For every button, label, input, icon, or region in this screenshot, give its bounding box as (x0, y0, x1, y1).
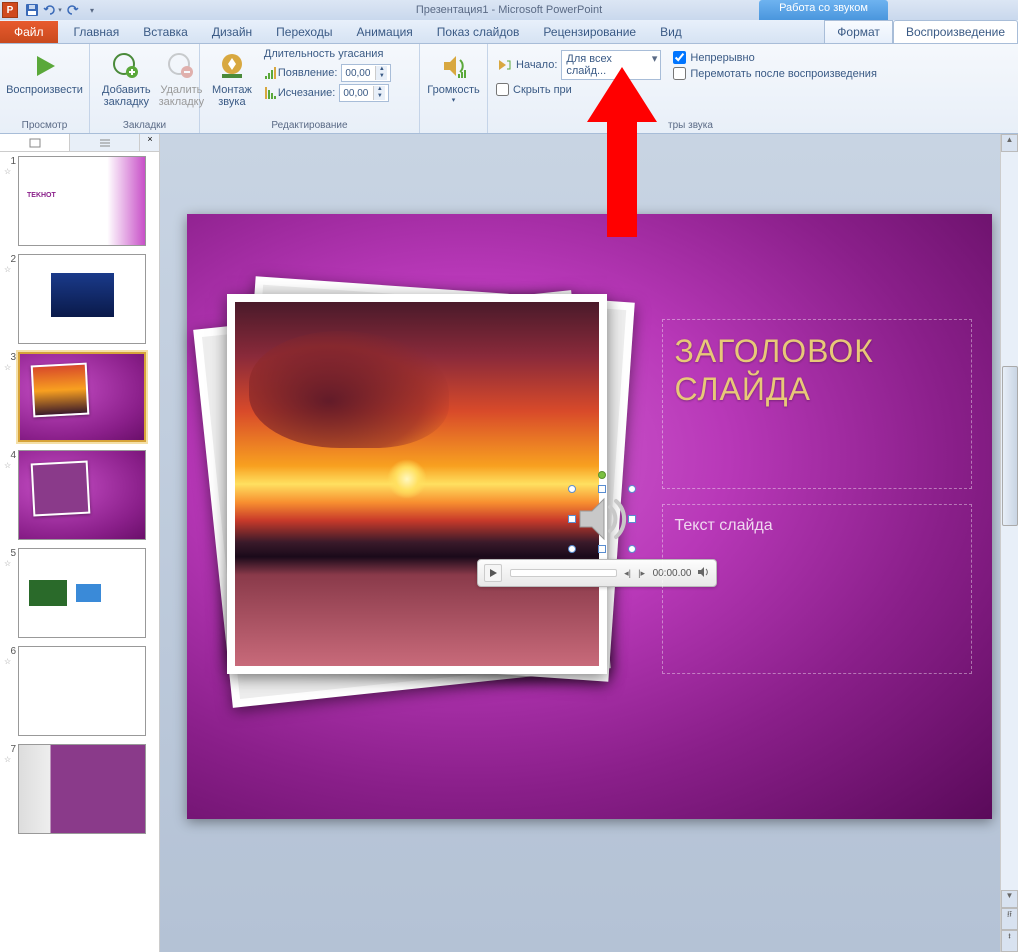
tab-home[interactable]: Главная (62, 21, 132, 43)
volume-button[interactable]: Громкость ▾ (428, 48, 479, 106)
sunset-image (235, 302, 599, 666)
subtitle-placeholder[interactable]: Текст слайда (662, 504, 972, 674)
slide-canvas[interactable]: ◂| |▸ 00:00.00 ЗАГОЛОВОК СЛАЙДА Текст сл… (187, 214, 992, 819)
fade-in-spinner[interactable]: 00,00▲▼ (341, 64, 391, 82)
canvas-area[interactable]: ◂| |▸ 00:00.00 ЗАГОЛОВОК СЛАЙДА Текст сл… (160, 134, 1018, 952)
trim-audio-button[interactable]: Монтаж звука (208, 48, 256, 110)
add-bookmark-button[interactable]: Добавить закладку (98, 48, 155, 110)
redo-icon[interactable] (62, 1, 82, 19)
panel-close-button[interactable]: × (141, 134, 159, 151)
tab-playback[interactable]: Воспроизведение (893, 20, 1018, 43)
title-placeholder[interactable]: ЗАГОЛОВОК СЛАЙДА (662, 319, 972, 489)
thumb-7[interactable] (18, 744, 146, 834)
thumb-6[interactable] (18, 646, 146, 736)
thumb-4[interactable] (18, 450, 146, 540)
file-tab[interactable]: Файл (0, 21, 58, 43)
resize-handle[interactable] (628, 485, 636, 493)
fade-out-spinner[interactable]: 00,00▲▼ (339, 84, 389, 102)
outline-tab[interactable] (70, 134, 140, 151)
scroll-up-button[interactable]: ▲ (1001, 134, 1018, 152)
scroll-down-button[interactable]: ▼ (1001, 890, 1018, 908)
group-preview-label: Просмотр (0, 120, 89, 131)
scroll-thumb[interactable] (1002, 366, 1018, 526)
audio-play-button[interactable] (484, 564, 502, 582)
window-title: Презентация1 - Microsoft PowerPoint (416, 4, 602, 16)
start-label: Начало: (516, 59, 557, 71)
tab-view[interactable]: Вид (648, 21, 694, 43)
resize-handle[interactable] (628, 545, 636, 553)
resize-handle[interactable] (598, 545, 606, 553)
tab-design[interactable]: Дизайн (200, 21, 264, 43)
tab-transitions[interactable]: Переходы (264, 21, 344, 43)
qat-customize-icon[interactable]: ▾ (82, 1, 102, 19)
tab-animations[interactable]: Анимация (344, 21, 424, 43)
photo-stack[interactable] (227, 294, 627, 704)
main-area: × 1☆ TEKHOT 2☆ 3☆ 4☆ 5☆ 6☆ 7☆ (0, 134, 1018, 952)
rewind-checkbox[interactable]: Перемотать после воспроизведения (673, 67, 877, 80)
fade-title-label: Длительность угасания (264, 48, 392, 60)
loop-checkbox[interactable]: Непрерывно (673, 51, 877, 64)
sound-object[interactable] (572, 489, 632, 549)
tab-review[interactable]: Рецензирование (531, 21, 648, 43)
resize-handle[interactable] (568, 545, 576, 553)
tab-format[interactable]: Формат (824, 20, 893, 43)
fade-in-icon (264, 66, 278, 80)
rotate-handle[interactable] (598, 471, 606, 479)
group-editing-label: Редактирование (200, 120, 419, 131)
thumb-1[interactable]: TEKHOT (18, 156, 146, 246)
audio-progress[interactable] (510, 569, 617, 577)
resize-handle[interactable] (598, 485, 606, 493)
fade-out-icon (264, 86, 278, 100)
annotation-arrow (582, 62, 662, 242)
speaker-icon (572, 489, 632, 549)
fade-out-label: Исчезание: (278, 87, 335, 99)
thumbnails-list: 1☆ TEKHOT 2☆ 3☆ 4☆ 5☆ 6☆ 7☆ (0, 152, 159, 952)
menu-bar: Файл Главная Вставка Дизайн Переходы Ани… (0, 20, 1018, 44)
resize-handle[interactable] (568, 515, 576, 523)
save-icon[interactable] (22, 1, 42, 19)
thumb-2[interactable] (18, 254, 146, 344)
contextual-tab-header: Работа со звуком (759, 0, 888, 20)
next-slide-button[interactable]: ⭽ (1001, 930, 1018, 952)
slides-tab[interactable] (0, 134, 70, 151)
thumb-5[interactable] (18, 548, 146, 638)
undo-icon[interactable]: ▾ (42, 1, 62, 19)
tab-insert[interactable]: Вставка (131, 21, 200, 43)
resize-handle[interactable] (628, 515, 636, 523)
group-audio-options-label: тры звука (668, 120, 713, 131)
slide-panel: × 1☆ TEKHOT 2☆ 3☆ 4☆ 5☆ 6☆ 7☆ (0, 134, 160, 952)
thumb-3[interactable] (18, 352, 146, 442)
start-icon (496, 57, 512, 73)
audio-next-button[interactable]: |▸ (635, 568, 649, 579)
tab-slideshow[interactable]: Показ слайдов (425, 21, 532, 43)
vertical-scrollbar[interactable]: ▲ ▼ ⭿ ⭽ (1000, 134, 1018, 952)
resize-handle[interactable] (568, 485, 576, 493)
play-preview-button[interactable]: Воспроизвести (8, 48, 81, 98)
app-icon: P (2, 2, 18, 18)
ribbon: Воспроизвести Просмотр Добавить закладку… (0, 44, 1018, 134)
fade-in-label: Появление: (278, 67, 338, 79)
prev-slide-button[interactable]: ⭿ (1001, 908, 1018, 930)
title-bar: P ▾ ▾ Презентация1 - Microsoft PowerPoin… (0, 0, 1018, 20)
audio-prev-button[interactable]: ◂| (621, 568, 635, 579)
group-bookmarks-label: Закладки (90, 120, 199, 131)
